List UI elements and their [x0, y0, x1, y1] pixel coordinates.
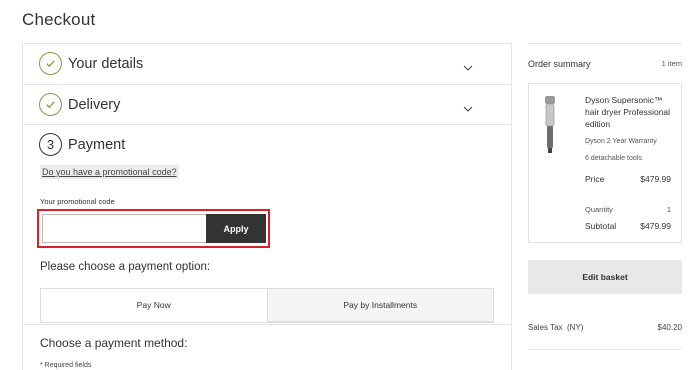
price-label: Price	[585, 174, 605, 184]
payment-option-heading: Please choose a payment option:	[40, 261, 211, 273]
product-card: Dyson Supersonic™ hair dryer Professiona…	[528, 83, 682, 243]
product-warranty: Dyson 2 Year Warranty	[585, 138, 657, 145]
promo-code-link[interactable]: Do you have a promotional code?	[40, 165, 179, 179]
subtotal-row: Subtotal $479.99	[585, 221, 671, 231]
edit-basket-button[interactable]: Edit basket	[528, 260, 682, 294]
subtotal-value: $479.99	[640, 221, 671, 231]
step-payment: 3 Payment Do you have a promotional code…	[23, 124, 512, 370]
promo-code-input[interactable]	[42, 214, 207, 243]
hair-dryer-image	[545, 96, 555, 153]
chevron-down-icon[interactable]	[463, 106, 473, 112]
item-count: 1 item	[661, 59, 682, 68]
step-title: Delivery	[68, 96, 121, 113]
quantity-value: 1	[666, 205, 671, 214]
check-icon	[39, 52, 62, 75]
sales-tax-value: $40.20	[657, 323, 682, 332]
quantity-row: Quantity 1	[585, 205, 671, 214]
checkout-steps: Your details Delivery 3 Payment Do you h…	[22, 43, 512, 370]
step-your-details[interactable]: Your details	[23, 43, 512, 84]
apply-button[interactable]: Apply	[206, 214, 266, 243]
step-number: 3	[39, 133, 62, 156]
promo-code-highlight: Apply	[37, 209, 270, 248]
payment-method-heading: Choose a payment method:	[40, 336, 188, 350]
divider	[23, 324, 512, 325]
order-summary: Order summary 1 item Dyson Supersonic™ h…	[528, 43, 682, 350]
page-title: Checkout	[22, 10, 96, 29]
check-icon	[39, 93, 62, 116]
step-header: Delivery	[39, 93, 120, 116]
step-title: Your details	[68, 55, 144, 72]
product-feature: 6 detachable tools	[585, 155, 642, 162]
order-summary-title: Order summary	[528, 59, 591, 69]
step-header: 3 Payment	[39, 133, 125, 156]
divider	[528, 349, 682, 350]
required-fields-note: * Required fields	[40, 362, 92, 369]
promo-code-label: Your promotional code	[40, 197, 115, 206]
chevron-down-icon[interactable]	[463, 65, 473, 71]
step-title: Payment	[68, 136, 126, 153]
payment-option-tabs: Pay Now Pay by Installments	[40, 288, 494, 323]
sales-tax-label: Sales Tax (NY)	[528, 323, 584, 332]
step-delivery[interactable]: Delivery	[23, 84, 512, 124]
subtotal-label: Subtotal	[585, 221, 617, 231]
product-name: Dyson Supersonic™ hair dryer Professiona…	[585, 95, 671, 129]
price-value: $479.99	[640, 174, 671, 184]
price-row: Price $479.99	[585, 174, 671, 184]
quantity-label: Quantity	[585, 205, 613, 214]
tab-pay-by-installments[interactable]: Pay by Installments	[266, 289, 493, 322]
tab-pay-now[interactable]: Pay Now	[41, 289, 267, 322]
order-summary-header: Order summary 1 item	[528, 43, 682, 73]
step-header: Your details	[39, 52, 143, 75]
sales-tax-row: Sales Tax (NY) $40.20	[528, 323, 682, 332]
